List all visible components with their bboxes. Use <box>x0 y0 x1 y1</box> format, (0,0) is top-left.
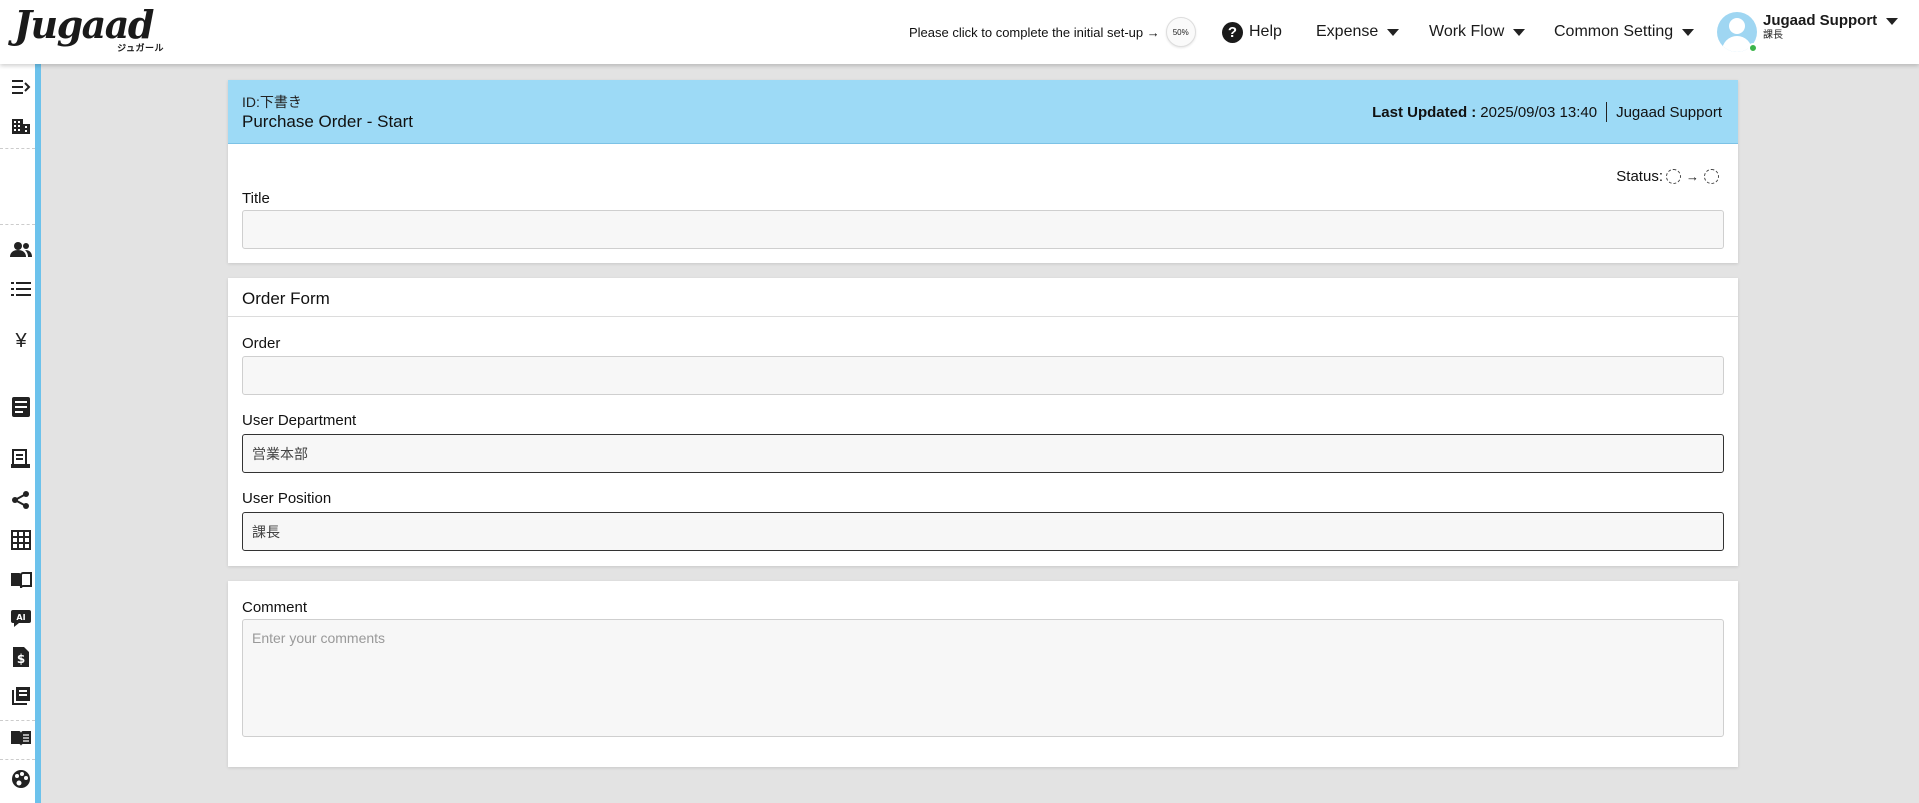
comment-textarea[interactable] <box>242 619 1724 737</box>
status-label: Status: <box>1616 168 1663 185</box>
document-id: ID:下書き <box>242 92 302 112</box>
id-value: 下書き <box>259 94 302 110</box>
last-updated: Last Updated : 2025/09/03 13:40 Jugaad S… <box>1372 102 1722 122</box>
book-open-icon[interactable] <box>10 569 32 591</box>
comment-label: Comment <box>242 599 308 616</box>
setup-progress-badge[interactable]: 50% <box>1165 17 1196 47</box>
user-name: Jugaad Support <box>1763 12 1878 29</box>
svg-text:AI: AI <box>16 613 25 622</box>
document-card: ID:下書き Purchase Order - Start Last Updat… <box>228 80 1738 263</box>
last-updated-label: Last Updated : <box>1372 103 1477 121</box>
list-icon[interactable] <box>10 278 32 300</box>
online-status-dot <box>1748 43 1758 53</box>
users-icon[interactable] <box>10 238 32 260</box>
yen-icon[interactable]: ¥ <box>10 330 32 352</box>
help-icon: ? <box>1222 21 1243 43</box>
chevron-down-icon <box>1682 28 1695 36</box>
user-menu[interactable]: Jugaad Support 課長 <box>1717 12 1899 54</box>
section-divider <box>228 316 1738 317</box>
chevron-down-icon <box>1387 28 1400 36</box>
share-icon[interactable] <box>10 489 32 511</box>
nav-common-setting-label: Common Setting <box>1554 23 1674 40</box>
order-label: Order <box>242 335 281 352</box>
nav-expense[interactable]: Expense <box>1316 20 1400 44</box>
title-label: Title <box>242 190 270 207</box>
user-role: 課長 <box>1763 30 1783 41</box>
status-indicator: Status: → <box>1616 168 1722 185</box>
divider <box>1606 102 1608 122</box>
title-input[interactable] <box>242 210 1724 249</box>
logo-subtext: ジュガール <box>117 43 164 53</box>
palette-icon[interactable] <box>10 768 32 790</box>
last-updated-value: 2025/09/03 13:40 <box>1480 103 1598 121</box>
library-icon[interactable] <box>10 685 32 707</box>
document-icon[interactable] <box>10 396 32 418</box>
nav-expense-label: Expense <box>1316 23 1379 40</box>
status-to-icon <box>1704 169 1719 184</box>
collapse-sidebar-icon[interactable] <box>10 76 32 98</box>
document-header: ID:下書き Purchase Order - Start Last Updat… <box>228 80 1738 144</box>
help-label: Help <box>1249 23 1282 40</box>
order-input[interactable] <box>242 356 1724 395</box>
chevron-down-icon <box>1886 18 1899 25</box>
chevron-down-icon <box>1513 28 1526 36</box>
id-label: ID: <box>242 94 260 110</box>
top-header: Jugaad ジュガール Please click to complete th… <box>0 0 1919 64</box>
department-input[interactable] <box>242 434 1724 473</box>
updated-by: Jugaad Support <box>1616 103 1722 121</box>
department-label: User Department <box>242 412 357 429</box>
help-link[interactable]: ? Help <box>1222 20 1282 44</box>
setup-text: Please click to complete the initial set… <box>909 24 1160 40</box>
svg-text:$: $ <box>17 652 25 666</box>
comment-card: Comment <box>228 581 1738 767</box>
grid-icon[interactable] <box>10 529 32 551</box>
manual-icon[interactable] <box>10 727 32 749</box>
initial-setup-link[interactable]: Please click to complete the initial set… <box>909 16 1196 48</box>
company-icon[interactable] <box>10 115 32 137</box>
section-title: Order Form <box>242 289 330 308</box>
receipt-icon[interactable] <box>10 448 32 470</box>
status-arrow: → <box>1686 169 1699 184</box>
page-title: Purchase Order - Start <box>242 112 414 131</box>
ai-chat-icon[interactable]: AI <box>10 608 32 630</box>
order-form-card: Order Form Order User Department User Po… <box>228 278 1738 566</box>
status-from-icon <box>1666 169 1681 184</box>
sidebar: ¥ AI $ <box>0 64 41 803</box>
position-input[interactable] <box>242 512 1724 551</box>
nav-work-flow-label: Work Flow <box>1429 23 1505 40</box>
nav-common-setting[interactable]: Common Setting <box>1554 20 1695 44</box>
jugaad-logo[interactable]: Jugaad ジュガール <box>14 2 166 54</box>
nav-work-flow[interactable]: Work Flow <box>1429 20 1526 44</box>
invoice-icon[interactable]: $ <box>10 646 32 668</box>
position-label: User Position <box>242 490 332 507</box>
